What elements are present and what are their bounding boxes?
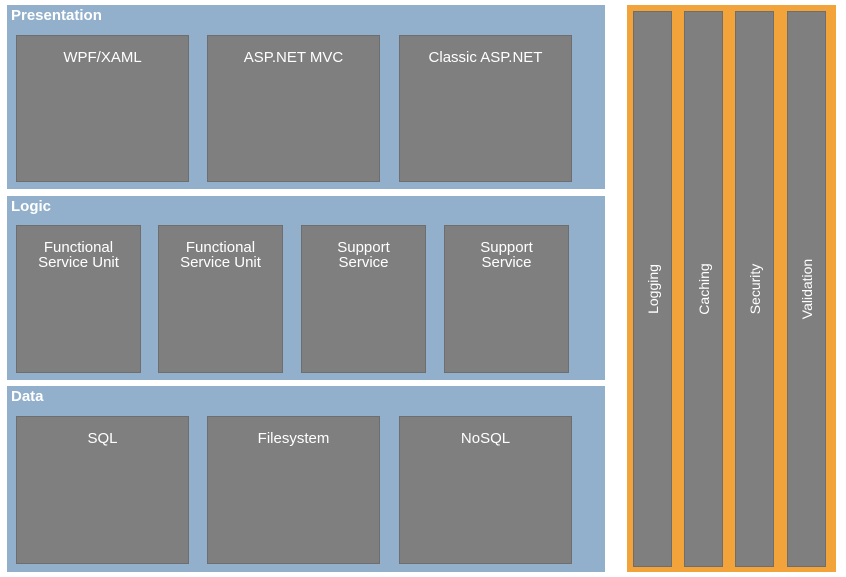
filesystem-box: Filesystem [207, 416, 380, 564]
logging-column: Logging [633, 11, 672, 567]
support-service-box-1: Support Service [301, 225, 426, 373]
logic-layer: Logic Functional Service Unit Functional… [7, 196, 605, 380]
logging-label: Logging [644, 264, 661, 314]
validation-column: Validation [787, 11, 826, 567]
sql-box: SQL [16, 416, 189, 564]
caching-label: Caching [695, 263, 712, 315]
nosql-box: NoSQL [399, 416, 572, 564]
presentation-layer-title: Presentation [11, 7, 102, 24]
wpf-xaml-box: WPF/XAML [16, 35, 189, 182]
aspnet-mvc-box: ASP.NET MVC [207, 35, 380, 182]
security-label: Security [746, 263, 763, 315]
security-column: Security [735, 11, 774, 567]
classic-aspnet-box: Classic ASP.NET [399, 35, 572, 182]
logic-layer-title: Logic [11, 198, 51, 215]
cross-cutting-concerns-panel: Logging Caching Security Validation [627, 5, 836, 572]
data-layer: Data SQL Filesystem NoSQL [7, 386, 605, 572]
functional-service-unit-box-1: Functional Service Unit [16, 225, 141, 373]
data-layer-title: Data [11, 388, 44, 405]
presentation-layer: Presentation WPF/XAML ASP.NET MVC Classi… [7, 5, 605, 189]
functional-service-unit-box-2: Functional Service Unit [158, 225, 283, 373]
support-service-box-2: Support Service [444, 225, 569, 373]
validation-label: Validation [798, 258, 815, 320]
caching-column: Caching [684, 11, 723, 567]
